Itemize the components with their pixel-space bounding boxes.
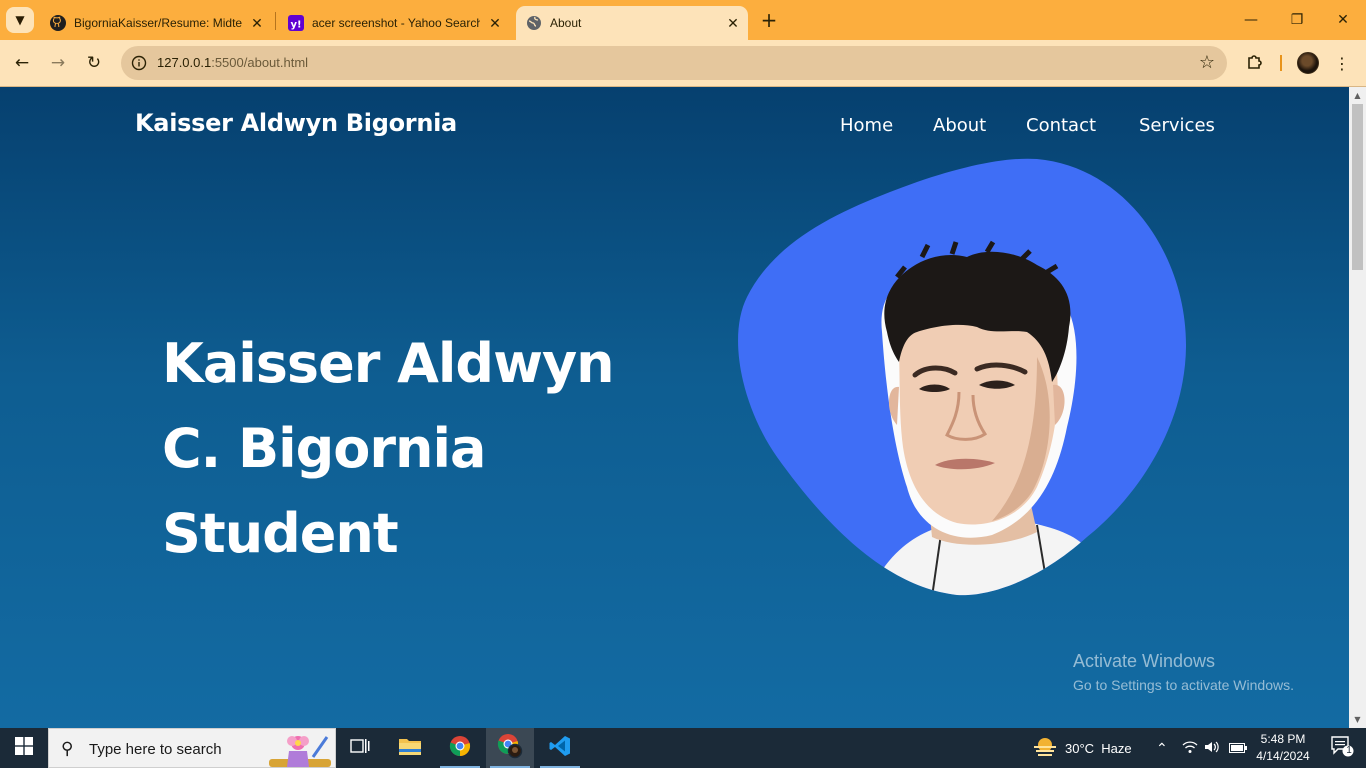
search-highlight-image <box>269 736 331 767</box>
browser-tab-bar: ▼ BigorniaKaisser/Resume: Midte ✕ y! ace… <box>0 0 1366 40</box>
close-icon: ✕ <box>1337 12 1349 28</box>
chevron-up-icon: ⌃ <box>1156 739 1168 756</box>
puzzle-icon <box>1246 52 1264 74</box>
file-explorer-button[interactable] <box>386 728 434 768</box>
nav-link-services[interactable]: Services <box>1139 115 1215 136</box>
yahoo-icon: y! <box>288 15 304 31</box>
nav-link-about[interactable]: About <box>933 115 986 136</box>
tab-title: acer screenshot - Yahoo Search <box>312 16 480 30</box>
hero-name-line-2: C. Bigornia <box>162 417 486 480</box>
new-tab-button[interactable]: + <box>757 8 781 32</box>
close-icon[interactable]: ✕ <box>248 14 266 32</box>
hero-name-line-1: Kaisser Aldwyn <box>162 332 615 395</box>
scroll-thumb[interactable] <box>1352 104 1363 270</box>
close-icon[interactable]: ✕ <box>486 14 504 32</box>
tab-github-resume[interactable]: BigorniaKaisser/Resume: Midte ✕ <box>40 6 272 40</box>
browser-toolbar: ← → ↻ 127.0.0.1:5500/about.html ☆ ⋮ <box>0 40 1366 87</box>
haze-sun-icon <box>1033 737 1057 760</box>
svg-text:y!: y! <box>291 20 302 31</box>
profile-avatar[interactable] <box>1297 52 1319 74</box>
show-hidden-icons-button[interactable]: ⌃ <box>1156 728 1168 768</box>
reload-button[interactable]: ↻ <box>80 49 108 77</box>
chevron-down-icon: ▼ <box>15 13 25 27</box>
clock-date: 4/14/2024 <box>1256 749 1310 763</box>
forward-button[interactable]: → <box>44 49 72 77</box>
task-view-button[interactable] <box>336 728 384 768</box>
battery-button[interactable] <box>1229 728 1247 768</box>
tab-title: About <box>550 16 582 30</box>
reload-icon: ↻ <box>86 53 102 73</box>
battery-icon <box>1229 741 1247 756</box>
url-path: :5500/about.html <box>211 55 309 70</box>
notification-center-button[interactable]: 1 <box>1322 728 1362 768</box>
notification-count: 1 <box>1346 745 1352 756</box>
extensions-button[interactable] <box>1242 50 1268 76</box>
github-icon <box>50 15 66 31</box>
menu-button[interactable]: ⋮ <box>1334 51 1350 75</box>
chrome-icon <box>449 735 471 761</box>
url-text[interactable]: 127.0.0.1:5500/about.html <box>157 55 308 70</box>
tab-yahoo-search[interactable]: y! acer screenshot - Yahoo Search ✕ <box>278 6 510 40</box>
chrome-profile-icon <box>497 733 523 763</box>
globe-icon <box>526 15 542 31</box>
network-button[interactable] <box>1182 728 1198 768</box>
url-host: 127.0.0.1 <box>157 55 212 70</box>
nav-link-home[interactable]: Home <box>840 115 893 136</box>
weather-text: 30°C Haze <box>1065 740 1132 756</box>
address-bar[interactable]: 127.0.0.1:5500/about.html ☆ <box>121 46 1227 80</box>
tab-about[interactable]: About ✕ <box>516 6 748 40</box>
vscode-taskbar-button[interactable] <box>536 728 584 768</box>
vscode-icon <box>549 735 571 761</box>
page-scrollbar[interactable]: ▲ ▼ <box>1349 87 1366 728</box>
site-brand[interactable]: Kaisser Aldwyn Bigornia <box>135 109 457 137</box>
page-viewport: Kaisser Aldwyn Bigornia Home About Conta… <box>0 87 1349 728</box>
nav-link-contact[interactable]: Contact <box>1026 115 1096 136</box>
close-icon[interactable]: ✕ <box>724 14 742 32</box>
weather-widget[interactable]: 30°C Haze <box>1033 728 1132 768</box>
arrow-right-icon: → <box>50 53 66 73</box>
speaker-icon <box>1204 740 1220 757</box>
activate-windows-title: Activate Windows <box>1073 651 1216 671</box>
clock-time: 5:48 PM <box>1260 732 1306 746</box>
chrome-taskbar-button[interactable] <box>436 728 484 768</box>
minimize-button[interactable]: — <box>1228 0 1274 40</box>
back-button[interactable]: ← <box>8 49 36 77</box>
minimize-icon: — <box>1244 12 1258 28</box>
tab-search-button[interactable]: ▼ <box>6 7 34 33</box>
chrome-profile-taskbar-button[interactable] <box>486 728 534 768</box>
toolbar-divider <box>1280 55 1282 71</box>
plus-icon: + <box>760 8 778 32</box>
restore-button[interactable]: ❐ <box>1274 0 1320 40</box>
task-view-icon <box>350 737 370 759</box>
restore-icon: ❐ <box>1290 12 1304 28</box>
search-icon: ⚲ <box>61 739 74 759</box>
bookmark-star-icon[interactable]: ☆ <box>1199 52 1215 73</box>
profile-photo <box>738 158 1187 596</box>
windows-logo-icon <box>15 737 33 759</box>
taskbar-clock[interactable]: 5:48 PM 4/14/2024 <box>1248 731 1318 765</box>
wifi-icon <box>1182 740 1198 757</box>
scroll-up-arrow-icon[interactable]: ▲ <box>1349 87 1366 104</box>
search-placeholder: Type here to search <box>89 741 222 758</box>
start-button[interactable] <box>0 728 48 768</box>
tab-separator <box>275 12 276 30</box>
folder-icon <box>398 736 422 760</box>
activate-windows-subtitle: Go to Settings to activate Windows. <box>1073 677 1294 693</box>
scroll-down-arrow-icon[interactable]: ▼ <box>1349 711 1366 728</box>
taskbar-search-box[interactable]: ⚲ Type here to search <box>48 728 336 768</box>
more-vertical-icon: ⋮ <box>1334 53 1350 73</box>
tab-title: BigorniaKaisser/Resume: Midte <box>74 16 242 30</box>
arrow-left-icon: ← <box>14 53 30 73</box>
windows-taskbar: ⚲ Type here to search 30°C Haze ⌃ 5:48 P… <box>0 728 1366 768</box>
hero-role: Student <box>162 502 399 565</box>
site-info-icon[interactable] <box>129 53 149 73</box>
close-window-button[interactable]: ✕ <box>1320 0 1366 40</box>
volume-button[interactable] <box>1204 728 1220 768</box>
